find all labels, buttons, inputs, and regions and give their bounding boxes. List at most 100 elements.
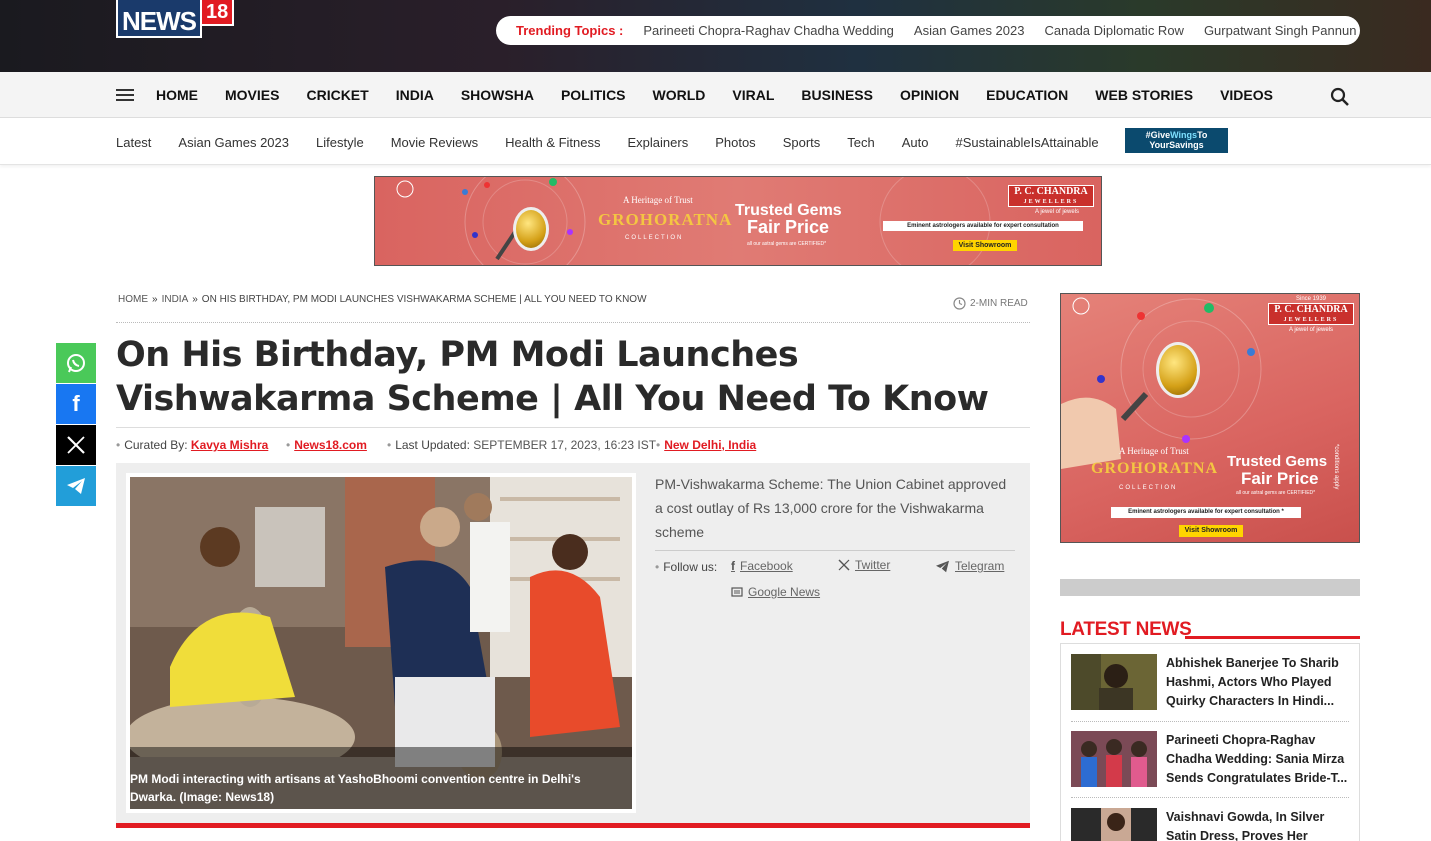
nav-item-web-stories[interactable]: WEB STORIES <box>1095 87 1193 103</box>
meta-source: • News18.com <box>286 438 367 452</box>
facebook-share-button[interactable]: f <box>56 384 96 424</box>
nav-item-cricket[interactable]: CRICKET <box>306 87 368 103</box>
ad-jeweller-name: P. C. CHANDRA <box>1014 186 1088 197</box>
subnav-item-lifestyle[interactable]: Lifestyle <box>316 135 364 150</box>
ad-jeweller-sub: JEWELLERS <box>1023 199 1079 205</box>
nav-item-movies[interactable]: MOVIES <box>225 87 279 103</box>
promo-savings: YourSavings <box>1149 140 1204 150</box>
author-link[interactable]: Kavya Mishra <box>191 438 268 452</box>
follow-us-label: • Follow us: <box>655 560 718 574</box>
ad-banner-top[interactable]: A Heritage of Trust GROHORATNA COLLECTIO… <box>374 176 1102 266</box>
updated-label: Last Updated: <box>395 438 470 452</box>
promo-give: #Give <box>1145 130 1171 140</box>
ad-jewel-tag: A jewel of jewels <box>1289 327 1334 333</box>
ad-collection-text: COLLECTION <box>1119 485 1178 491</box>
sub-nav-items: Latest Asian Games 2023 Lifestyle Movie … <box>116 119 1126 165</box>
follow-telegram-link[interactable]: Telegram <box>935 559 1004 573</box>
ad-sidebar[interactable]: P. C. CHANDRA JEWELLERS Since 1939 A jew… <box>1060 293 1360 543</box>
article-hero-image[interactable] <box>126 473 636 813</box>
follow-google-news-link[interactable]: Google News <box>731 585 820 599</box>
ad-conditions-text: *conditions apply <box>1333 444 1339 490</box>
nav-item-showsha[interactable]: SHOWSHA <box>461 87 534 103</box>
sidebar-placeholder-bar <box>1060 579 1360 596</box>
ad-eminent-text: Eminent astrologers available for expert… <box>883 221 1083 231</box>
search-icon[interactable] <box>1330 87 1350 107</box>
subnav-item-auto[interactable]: Auto <box>902 135 929 150</box>
hamburger-menu-icon[interactable] <box>116 89 134 101</box>
subnav-item-explainers[interactable]: Explainers <box>628 135 689 150</box>
subnav-item-sustainable[interactable]: #SustainableIsAttainable <box>955 135 1098 150</box>
ad-jewel-tag: A jewel of jewels <box>1035 209 1080 215</box>
trending-topics-bar: Trending Topics : Parineeti Chopra-Ragha… <box>496 16 1360 45</box>
subnav-item-latest[interactable]: Latest <box>116 135 151 150</box>
curated-label: Curated By: <box>124 438 188 452</box>
latest-news-underline <box>1185 636 1360 639</box>
nav-item-world[interactable]: WORLD <box>653 87 706 103</box>
news18-logo[interactable]: NEWS 18 <box>116 0 235 38</box>
nav-item-education[interactable]: EDUCATION <box>986 87 1068 103</box>
trending-topic-link[interactable]: Asian Games 2023 <box>914 23 1025 38</box>
trending-topic-link[interactable]: Gurpatwant Singh Pannun <box>1204 23 1357 38</box>
news-thumbnail <box>1071 731 1157 787</box>
nav-item-opinion[interactable]: OPINION <box>900 87 959 103</box>
image-caption: PM Modi interacting with artisans at Yas… <box>130 772 581 804</box>
read-time-label: 2-MIN READ <box>970 298 1028 309</box>
meta-updated: • Last Updated: SEPTEMBER 17, 2023, 16:23… <box>387 438 657 452</box>
promo-to: To <box>1197 130 1208 140</box>
follow-google-news-label: Google News <box>748 585 821 599</box>
trending-topic-link[interactable]: Parineeti Chopra-Raghav Chadha Wedding <box>643 23 894 38</box>
nav-item-india[interactable]: INDIA <box>396 87 434 103</box>
source-link[interactable]: News18.com <box>294 438 367 452</box>
latest-news-headline: Abhishek Banerjee To Sharib Hashmi, Acto… <box>1166 656 1339 708</box>
ad-visit-showroom-button[interactable]: Visit Showroom <box>1179 525 1243 537</box>
give-wings-promo-button[interactable]: #GiveWingsTo YourSavings <box>1125 128 1228 153</box>
subnav-item-health[interactable]: Health & Fitness <box>505 135 600 150</box>
subnav-item-asian-games[interactable]: Asian Games 2023 <box>178 135 289 150</box>
divider <box>1071 797 1349 798</box>
ad-certified-text: all our astral gems are CERTIFIED* <box>747 241 827 247</box>
follow-twitter-link[interactable]: Twitter <box>838 558 890 572</box>
nav-item-videos[interactable]: VIDEOS <box>1220 87 1273 103</box>
main-nav-items: HOME MOVIES CRICKET INDIA SHOWSHA POLITI… <box>156 72 1300 118</box>
location-link[interactable]: New Delhi, India <box>664 438 756 452</box>
breadcrumb-current: ON HIS BIRTHDAY, PM MODI LAUNCHES VISHWA… <box>201 294 647 305</box>
follow-label: Follow us: <box>663 560 718 574</box>
ad-pc-chandra-logo: P. C. CHANDRA JEWELLERS <box>1008 185 1094 207</box>
trending-topic-link[interactable]: Canada Diplomatic Row <box>1044 23 1183 38</box>
ad-pc-chandra-logo: P. C. CHANDRA JEWELLERS <box>1268 303 1354 325</box>
ad-visit-showroom-button[interactable]: Visit Showroom <box>953 240 1017 251</box>
divider <box>655 550 1015 551</box>
nav-item-viral[interactable]: VIRAL <box>732 87 774 103</box>
divider <box>1071 721 1349 722</box>
facebook-icon: f <box>72 391 80 416</box>
read-time: 2-MIN READ <box>953 297 1028 310</box>
divider <box>116 322 1030 323</box>
meta-location: • New Delhi, India <box>656 438 757 452</box>
logo-text: NEWS <box>116 0 202 38</box>
ad-since: Since 1939 <box>1296 296 1327 302</box>
red-divider <box>116 823 1030 828</box>
nav-item-home[interactable]: HOME <box>156 87 198 103</box>
nav-item-business[interactable]: BUSINESS <box>801 87 873 103</box>
ad-brand-grohoratna: GROHORATNA <box>1091 460 1219 477</box>
subnav-item-photos[interactable]: Photos <box>715 135 755 150</box>
ad-jeweller-name: P. C. CHANDRA <box>1274 304 1348 315</box>
artisans-photo-graphic <box>130 477 632 809</box>
subnav-item-tech[interactable]: Tech <box>847 135 874 150</box>
subnav-item-movie-reviews[interactable]: Movie Reviews <box>391 135 478 150</box>
x-share-button[interactable] <box>56 425 96 465</box>
breadcrumb-home[interactable]: HOME <box>118 294 148 305</box>
ad-brand-grohoratna: GROHORATNA <box>598 210 733 229</box>
whatsapp-share-button[interactable] <box>56 343 96 383</box>
follow-facebook-link[interactable]: f Facebook <box>731 559 793 573</box>
telegram-icon <box>936 560 949 572</box>
ad-collection-text: COLLECTION <box>625 235 684 241</box>
nav-item-politics[interactable]: POLITICS <box>561 87 626 103</box>
ad-eminent-text: Eminent astrologers available for expert… <box>1111 507 1301 518</box>
breadcrumb-india[interactable]: INDIA <box>162 294 189 305</box>
article-headline: On His Birthday, PM Modi Launches Vishwa… <box>116 335 989 419</box>
top-header-bar: NEWS 18 Trending Topics : Parineeti Chop… <box>0 0 1431 72</box>
telegram-share-button[interactable] <box>56 466 96 506</box>
ad-heritage-text: A Heritage of Trust <box>1119 446 1189 456</box>
subnav-item-sports[interactable]: Sports <box>783 135 821 150</box>
